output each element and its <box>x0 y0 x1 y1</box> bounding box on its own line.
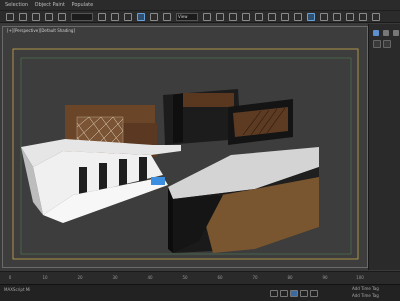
snap-icon[interactable] <box>216 12 224 21</box>
frame-label: 70 <box>252 275 258 280</box>
shapes-icon[interactable] <box>383 40 391 48</box>
schematic-view-icon[interactable] <box>320 12 328 21</box>
end-icon[interactable] <box>310 290 318 297</box>
frame-label: 80 <box>287 275 293 280</box>
render-icon[interactable] <box>372 12 380 21</box>
back-wood-panel <box>179 93 234 107</box>
angle-snap-icon[interactable] <box>229 12 237 21</box>
next-frame-icon[interactable] <box>300 290 308 297</box>
frame-label: 30 <box>112 275 118 280</box>
key-mode-icon[interactable] <box>270 290 278 297</box>
add-time-tag-bottom[interactable]: Add Time Tag <box>352 293 379 298</box>
frame-label: 40 <box>147 275 153 280</box>
unlink-icon[interactable] <box>45 12 53 21</box>
menu-item-populate[interactable]: Populate <box>71 2 93 8</box>
add-time-tag-top[interactable]: Add Time Tag <box>352 286 379 291</box>
frame-label: 90 <box>322 275 328 280</box>
link-icon[interactable] <box>32 12 40 21</box>
curve-editor-icon[interactable] <box>307 12 315 21</box>
prev-frame-icon[interactable] <box>280 290 288 297</box>
select-by-name-icon[interactable] <box>111 12 119 21</box>
region-icon[interactable] <box>124 12 132 21</box>
viewport-scene <box>12 48 359 260</box>
select-icon[interactable] <box>98 12 106 21</box>
scale-icon[interactable] <box>163 12 171 21</box>
pivot-icon[interactable] <box>203 12 211 21</box>
perspective-viewport[interactable]: [+][Perspective][Default Shading] <box>2 26 368 268</box>
render-frame-icon[interactable] <box>359 12 367 21</box>
layers-icon[interactable] <box>294 12 302 21</box>
rotate-icon[interactable] <box>150 12 158 21</box>
selection-filter-dropdown[interactable] <box>71 12 93 21</box>
menu-item-object-paint[interactable]: Object Paint <box>35 2 65 8</box>
material-editor-icon[interactable] <box>333 12 341 21</box>
menu-bar: Selection Object Paint Populate <box>0 0 400 11</box>
undo-icon[interactable] <box>6 12 14 21</box>
frame-label: 100 <box>356 275 364 280</box>
frame-label: 0 <box>8 275 12 280</box>
frame-label: 20 <box>77 275 83 280</box>
reference-coord-dropdown[interactable]: View <box>176 12 198 21</box>
command-panel <box>368 24 400 270</box>
percent-snap-icon[interactable] <box>242 12 250 21</box>
spinner-snap-icon[interactable] <box>255 12 263 21</box>
status-bar: MAXScript Mi Add Time Tag Add Time Tag <box>0 284 400 301</box>
create-tab-icon[interactable] <box>373 30 379 36</box>
play-icon[interactable] <box>290 290 298 297</box>
redo-icon[interactable] <box>19 12 27 21</box>
menu-item-selection[interactable]: Selection <box>5 2 28 8</box>
back-box-side <box>173 93 183 143</box>
blue-accent <box>151 177 165 185</box>
align-icon[interactable] <box>281 12 289 21</box>
modify-tab-icon[interactable] <box>383 30 389 36</box>
bind-icon[interactable] <box>58 12 66 21</box>
geometry-icon[interactable] <box>373 40 381 48</box>
frame-label: 10 <box>42 275 48 280</box>
frame-label: 60 <box>217 275 223 280</box>
move-icon[interactable] <box>137 12 145 21</box>
render-setup-icon[interactable] <box>346 12 354 21</box>
timeline-ruler[interactable]: 0 10 20 30 40 50 60 70 80 90 100 <box>0 271 400 284</box>
frame-label: 50 <box>182 275 188 280</box>
hierarchy-tab-icon[interactable] <box>393 30 399 36</box>
maxscript-listener[interactable]: MAXScript Mi <box>4 287 30 292</box>
mirror-icon[interactable] <box>268 12 276 21</box>
main-toolbar: View <box>0 11 400 23</box>
